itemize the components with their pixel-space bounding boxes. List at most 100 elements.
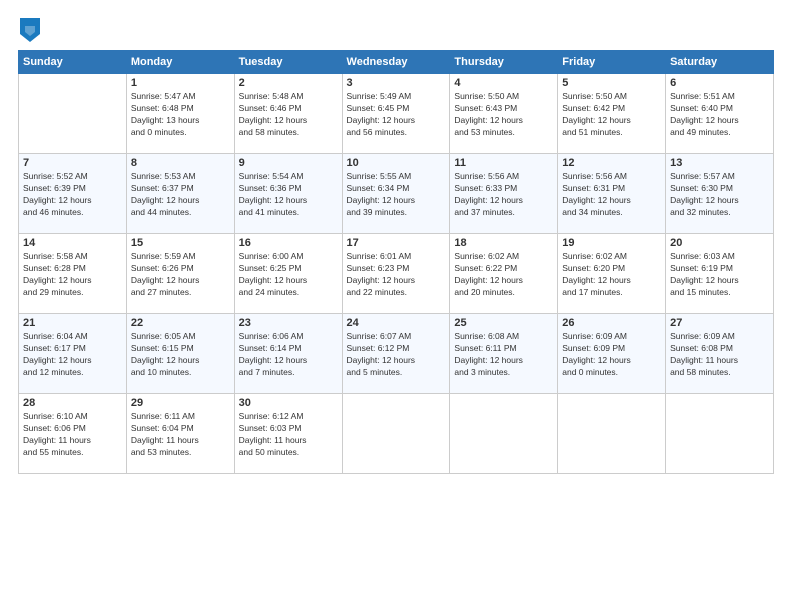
day-number: 29 [131, 397, 230, 409]
day-number: 27 [670, 317, 769, 329]
weekday-header: Friday [558, 51, 666, 74]
calendar-cell: 20 Sunrise: 6:03 AM Sunset: 6:19 PM Dayli… [666, 234, 774, 314]
day-info: Sunrise: 5:59 AM Sunset: 6:26 PM Dayligh… [131, 251, 230, 299]
weekday-header: Wednesday [342, 51, 450, 74]
day-info: Sunrise: 6:01 AM Sunset: 6:23 PM Dayligh… [347, 251, 446, 299]
day-info: Sunrise: 5:51 AM Sunset: 6:40 PM Dayligh… [670, 91, 769, 139]
page: SundayMondayTuesdayWednesdayThursdayFrid… [0, 0, 792, 612]
day-info: Sunrise: 6:04 AM Sunset: 6:17 PM Dayligh… [23, 331, 122, 379]
day-info: Sunrise: 6:02 AM Sunset: 6:22 PM Dayligh… [454, 251, 553, 299]
header [18, 18, 774, 42]
logo-icon [20, 18, 40, 42]
weekday-header: Sunday [19, 51, 127, 74]
day-number: 20 [670, 237, 769, 249]
calendar-cell [19, 74, 127, 154]
day-number: 17 [347, 237, 446, 249]
day-number: 18 [454, 237, 553, 249]
day-number: 28 [23, 397, 122, 409]
day-info: Sunrise: 6:05 AM Sunset: 6:15 PM Dayligh… [131, 331, 230, 379]
day-number: 15 [131, 237, 230, 249]
day-number: 2 [239, 77, 338, 89]
calendar-cell: 9 Sunrise: 5:54 AM Sunset: 6:36 PM Daylig… [234, 154, 342, 234]
day-info: Sunrise: 5:56 AM Sunset: 6:31 PM Dayligh… [562, 171, 661, 219]
calendar-cell: 25Sunrise: 6:08 AM Sunset: 6:11 PM Dayli… [450, 314, 558, 394]
calendar-cell [558, 394, 666, 474]
calendar-cell: 12 Sunrise: 5:56 AM Sunset: 6:31 PM Dayli… [558, 154, 666, 234]
day-info: Sunrise: 6:10 AM Sunset: 6:06 PM Dayligh… [23, 411, 122, 459]
day-number: 22 [131, 317, 230, 329]
day-number: 12 [562, 157, 661, 169]
weekday-header-row: SundayMondayTuesdayWednesdayThursdayFrid… [19, 51, 774, 74]
day-info: Sunrise: 5:48 AM Sunset: 6:46 PM Dayligh… [239, 91, 338, 139]
calendar-cell: 2 Sunrise: 5:48 AM Sunset: 6:46 PM Daylig… [234, 74, 342, 154]
calendar-cell: 7 Sunrise: 5:52 AM Sunset: 6:39 PM Daylig… [19, 154, 127, 234]
day-info: Sunrise: 6:11 AM Sunset: 6:04 PM Dayligh… [131, 411, 230, 459]
calendar-cell: 11 Sunrise: 5:56 AM Sunset: 6:33 PM Dayli… [450, 154, 558, 234]
day-info: Sunrise: 5:57 AM Sunset: 6:30 PM Dayligh… [670, 171, 769, 219]
calendar-cell: 22 Sunrise: 6:05 AM Sunset: 6:15 PM Dayli… [126, 314, 234, 394]
calendar-cell: 16Sunrise: 6:00 AM Sunset: 6:25 PM Dayli… [234, 234, 342, 314]
calendar-cell: 1Sunrise: 5:47 AM Sunset: 6:48 PM Daylig… [126, 74, 234, 154]
calendar-cell: 26 Sunrise: 6:09 AM Sunset: 6:09 PM Dayli… [558, 314, 666, 394]
calendar-cell: 13 Sunrise: 5:57 AM Sunset: 6:30 PM Dayli… [666, 154, 774, 234]
calendar-week-row: 14 Sunrise: 5:58 AM Sunset: 6:28 PM Dayli… [19, 234, 774, 314]
day-number: 11 [454, 157, 553, 169]
day-info: Sunrise: 6:09 AM Sunset: 6:08 PM Dayligh… [670, 331, 769, 379]
day-info: Sunrise: 6:07 AM Sunset: 6:12 PM Dayligh… [347, 331, 446, 379]
weekday-header: Thursday [450, 51, 558, 74]
calendar-week-row: 21Sunrise: 6:04 AM Sunset: 6:17 PM Dayli… [19, 314, 774, 394]
day-number: 6 [670, 77, 769, 89]
day-number: 30 [239, 397, 338, 409]
day-info: Sunrise: 5:58 AM Sunset: 6:28 PM Dayligh… [23, 251, 122, 299]
calendar-cell [342, 394, 450, 474]
day-info: Sunrise: 6:00 AM Sunset: 6:25 PM Dayligh… [239, 251, 338, 299]
day-number: 1 [131, 77, 230, 89]
calendar-cell: 8 Sunrise: 5:53 AM Sunset: 6:37 PM Daylig… [126, 154, 234, 234]
weekday-header: Tuesday [234, 51, 342, 74]
calendar-cell: 18 Sunrise: 6:02 AM Sunset: 6:22 PM Dayli… [450, 234, 558, 314]
day-info: Sunrise: 5:52 AM Sunset: 6:39 PM Dayligh… [23, 171, 122, 219]
calendar-week-row: 1Sunrise: 5:47 AM Sunset: 6:48 PM Daylig… [19, 74, 774, 154]
day-info: Sunrise: 5:54 AM Sunset: 6:36 PM Dayligh… [239, 171, 338, 219]
calendar-cell: 29 Sunrise: 6:11 AM Sunset: 6:04 PM Dayli… [126, 394, 234, 474]
day-info: Sunrise: 6:09 AM Sunset: 6:09 PM Dayligh… [562, 331, 661, 379]
calendar-cell: 23Sunrise: 6:06 AM Sunset: 6:14 PM Dayli… [234, 314, 342, 394]
logo [18, 18, 40, 42]
calendar-cell: 17 Sunrise: 6:01 AM Sunset: 6:23 PM Dayli… [342, 234, 450, 314]
day-number: 8 [131, 157, 230, 169]
day-info: Sunrise: 5:49 AM Sunset: 6:45 PM Dayligh… [347, 91, 446, 139]
day-number: 19 [562, 237, 661, 249]
calendar-cell: 5 Sunrise: 5:50 AM Sunset: 6:42 PM Daylig… [558, 74, 666, 154]
day-number: 10 [347, 157, 446, 169]
calendar-cell [450, 394, 558, 474]
day-info: Sunrise: 6:03 AM Sunset: 6:19 PM Dayligh… [670, 251, 769, 299]
day-info: Sunrise: 6:02 AM Sunset: 6:20 PM Dayligh… [562, 251, 661, 299]
calendar-cell: 30Sunrise: 6:12 AM Sunset: 6:03 PM Dayli… [234, 394, 342, 474]
calendar-cell: 14 Sunrise: 5:58 AM Sunset: 6:28 PM Dayli… [19, 234, 127, 314]
calendar-week-row: 7 Sunrise: 5:52 AM Sunset: 6:39 PM Daylig… [19, 154, 774, 234]
day-number: 7 [23, 157, 122, 169]
calendar-cell: 6 Sunrise: 5:51 AM Sunset: 6:40 PM Daylig… [666, 74, 774, 154]
day-number: 3 [347, 77, 446, 89]
calendar-cell: 28 Sunrise: 6:10 AM Sunset: 6:06 PM Dayli… [19, 394, 127, 474]
calendar-cell: 4 Sunrise: 5:50 AM Sunset: 6:43 PM Daylig… [450, 74, 558, 154]
day-number: 13 [670, 157, 769, 169]
day-info: Sunrise: 5:56 AM Sunset: 6:33 PM Dayligh… [454, 171, 553, 219]
weekday-header: Saturday [666, 51, 774, 74]
day-info: Sunrise: 5:53 AM Sunset: 6:37 PM Dayligh… [131, 171, 230, 219]
calendar-cell: 24 Sunrise: 6:07 AM Sunset: 6:12 PM Dayli… [342, 314, 450, 394]
calendar-week-row: 28 Sunrise: 6:10 AM Sunset: 6:06 PM Dayli… [19, 394, 774, 474]
day-info: Sunrise: 5:50 AM Sunset: 6:42 PM Dayligh… [562, 91, 661, 139]
day-number: 4 [454, 77, 553, 89]
calendar-cell: 15 Sunrise: 5:59 AM Sunset: 6:26 PM Dayli… [126, 234, 234, 314]
day-info: Sunrise: 5:50 AM Sunset: 6:43 PM Dayligh… [454, 91, 553, 139]
day-info: Sunrise: 6:08 AM Sunset: 6:11 PM Dayligh… [454, 331, 553, 379]
calendar-cell: 19 Sunrise: 6:02 AM Sunset: 6:20 PM Dayli… [558, 234, 666, 314]
day-number: 24 [347, 317, 446, 329]
day-number: 14 [23, 237, 122, 249]
day-number: 5 [562, 77, 661, 89]
day-number: 26 [562, 317, 661, 329]
calendar-table: SundayMondayTuesdayWednesdayThursdayFrid… [18, 50, 774, 474]
day-number: 9 [239, 157, 338, 169]
calendar-cell [666, 394, 774, 474]
